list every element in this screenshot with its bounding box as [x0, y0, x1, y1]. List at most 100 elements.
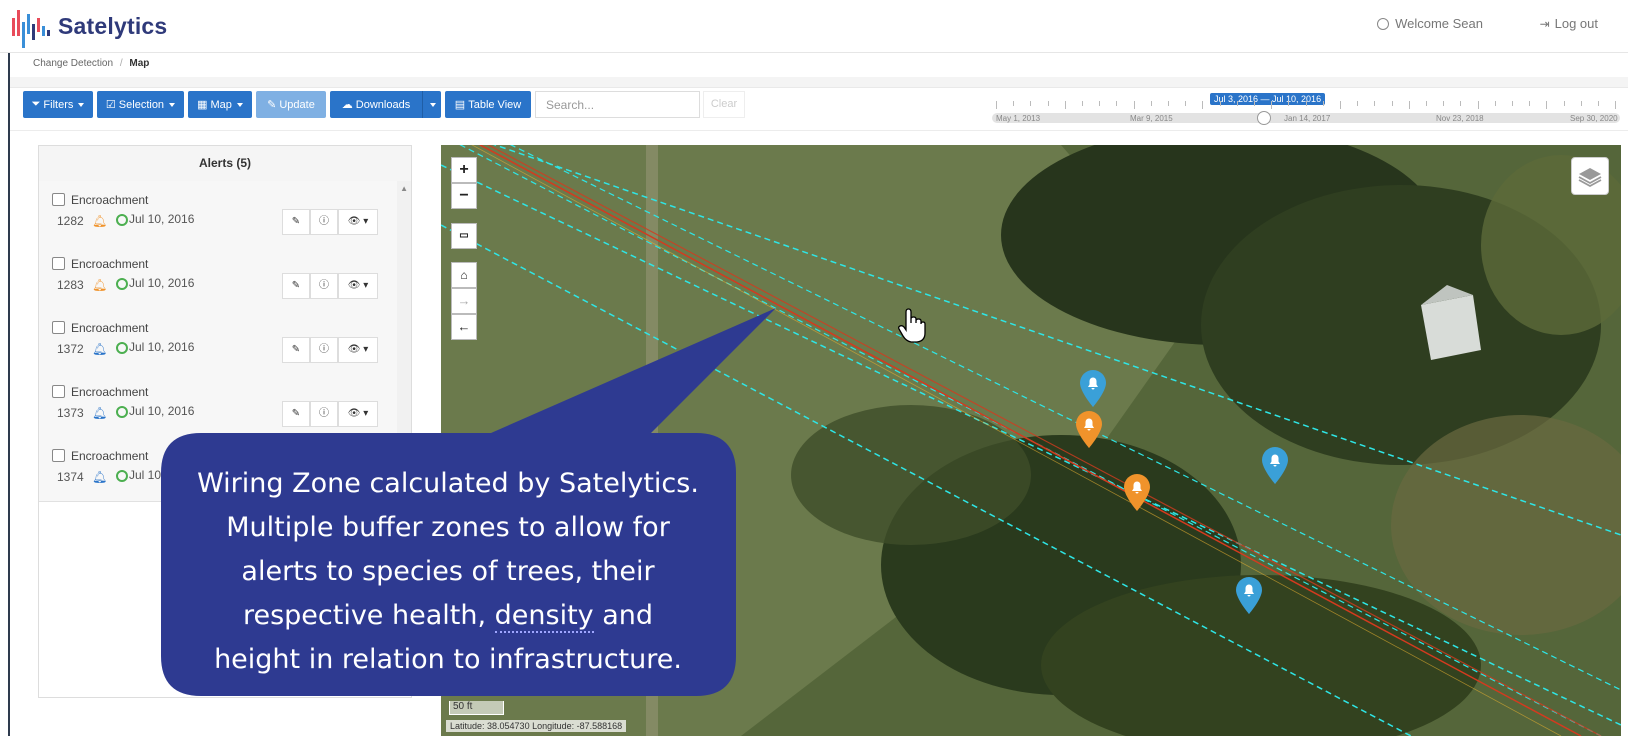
alert-row[interactable]: Encroachment 1373 🔔︎ Jul 10, 2016 ✎ ⓘ 👁︎ ▾ [39, 373, 397, 438]
brand-name[interactable]: Satelytics [58, 13, 167, 40]
callout-density-word: density [494, 600, 594, 633]
status-circle-icon [116, 278, 128, 290]
breadcrumb-separator: / [119, 58, 123, 69]
timeline-tick [1288, 101, 1290, 106]
timeline-tick [1494, 101, 1496, 106]
status-circle-icon [116, 406, 128, 418]
alert-checkbox[interactable] [52, 193, 65, 206]
update-button[interactable]: ✎ Update [256, 91, 326, 118]
downloads-button[interactable]: ☁ Downloads [330, 91, 422, 118]
edit-alert-button[interactable]: ✎ [282, 209, 310, 235]
alert-marker-blue[interactable] [1261, 447, 1289, 485]
alert-row[interactable]: Encroachment 1283 🔔︎ Jul 10, 2016 ✎ ⓘ 👁︎ ▾ [39, 245, 397, 310]
timeline-tick [1443, 101, 1445, 106]
timeline-tick [1340, 101, 1341, 109]
alert-marker-orange[interactable] [1075, 411, 1103, 449]
timeline-tick [1563, 101, 1565, 106]
view-alert-dropdown[interactable]: 👁︎ ▾ [338, 337, 378, 363]
alert-date: Jul 10, [129, 468, 165, 482]
timeline-slider[interactable]: Jul 3, 2016 — Jul 10, 2016 May 1, 2013 M… [992, 93, 1622, 128]
alert-type: Encroachment [71, 385, 149, 399]
alert-checkbox[interactable] [52, 321, 65, 334]
timeline-tick [996, 101, 997, 109]
timeline-tick [1133, 101, 1135, 109]
info-alert-button[interactable]: ⓘ [310, 209, 338, 235]
bell-icon: 🔔︎ [92, 214, 108, 228]
view-alert-dropdown[interactable]: 👁︎ ▾ [338, 209, 378, 235]
timeline-tick [1116, 101, 1118, 106]
alert-checkbox[interactable] [52, 257, 65, 270]
timeline-tick [1168, 101, 1169, 106]
satelytics-logo[interactable] [10, 4, 60, 50]
timeline-handle[interactable] [1257, 111, 1271, 125]
edit-alert-button[interactable]: ✎ [282, 401, 310, 427]
alert-marker-blue[interactable] [1235, 577, 1263, 615]
measure-ruler-icon[interactable]: ▭ [451, 223, 477, 249]
welcome-user[interactable]: Welcome Sean [1377, 16, 1483, 31]
callout-line-5: height in relation to infrastructure. [214, 644, 682, 675]
alert-checkbox[interactable] [52, 385, 65, 398]
logout-link[interactable]: ⇥ Log out [1540, 16, 1598, 31]
callout-line-4: respective health, density and [178, 594, 718, 638]
alert-id: 1282 [57, 214, 84, 228]
zoom-out-button[interactable]: − [451, 183, 477, 209]
callout-line-4-pre: respective health, [242, 600, 495, 631]
filters-button[interactable]: ⏷ Filters [23, 91, 93, 118]
chevron-down-icon [430, 102, 436, 107]
edit-alert-button[interactable]: ✎ [282, 273, 310, 299]
timeline-tick [1082, 101, 1083, 106]
alert-marker-orange[interactable] [1123, 474, 1151, 512]
hand-cursor-icon [898, 308, 926, 343]
timeline-tick [1254, 101, 1255, 106]
table-view-button[interactable]: ▤ Table View [445, 91, 531, 118]
clear-button[interactable]: Clear [703, 91, 745, 118]
edit-alert-button[interactable]: ✎ [282, 337, 310, 363]
timeline-tick [1236, 101, 1238, 106]
downloads-dropdown-toggle[interactable] [422, 91, 441, 118]
view-alert-dropdown[interactable]: 👁︎ ▾ [338, 273, 378, 299]
view-alert-dropdown[interactable]: 👁︎ ▾ [338, 401, 378, 427]
chevron-down-icon [236, 102, 243, 107]
selection-label: Selection [118, 98, 165, 111]
map-button[interactable]: ▦ Map [188, 91, 252, 118]
layers-icon [1578, 168, 1602, 188]
selection-button[interactable]: ☑ Selection [97, 91, 184, 118]
timeline-label-5: Sep 30, 2020 [1570, 114, 1618, 123]
home-icon[interactable]: ⌂ [451, 262, 477, 288]
info-alert-button[interactable]: ⓘ [310, 401, 338, 427]
scroll-up-icon[interactable]: ▲ [400, 184, 408, 193]
back-arrow-icon[interactable]: ← [451, 314, 477, 340]
logout-icon: ⇥ [1539, 16, 1550, 31]
alert-marker-blue[interactable] [1079, 370, 1107, 408]
layers-button[interactable] [1571, 157, 1609, 195]
info-alert-button[interactable]: ⓘ [310, 337, 338, 363]
timeline-label-1: May 1, 2013 [996, 114, 1041, 123]
breadcrumb-parent[interactable]: Change Detection [33, 58, 113, 69]
timeline-tick [1185, 101, 1187, 106]
check-square-icon: ☑ [105, 99, 116, 111]
timeline-label-2: Mar 9, 2015 [1130, 114, 1173, 123]
map-coordinates: Latitude: 38.054730 Longitude: -87.58816… [446, 720, 627, 732]
bell-icon: 🔔︎ [92, 278, 108, 292]
timeline-tick [1408, 101, 1410, 109]
table-view-label: Table View [468, 98, 522, 111]
alert-row[interactable]: Encroachment 1282 🔔︎ Jul 10, 2016 ✎ ⓘ 👁︎ ▾ [39, 181, 397, 246]
search-input[interactable]: Search... [535, 91, 700, 118]
timeline-tick [1391, 101, 1393, 106]
info-alert-button[interactable]: ⓘ [310, 273, 338, 299]
status-circle-icon [116, 214, 128, 226]
alert-checkbox[interactable] [52, 449, 65, 462]
callout-line-4-post: and [593, 600, 654, 631]
map-label: Map [210, 98, 232, 111]
alert-id: 1373 [57, 406, 84, 420]
zoom-in-button[interactable]: + [451, 157, 477, 183]
alert-row[interactable]: Encroachment 1372 🔔︎ Jul 10, 2016 ✎ ⓘ 👁︎ ▾ [39, 309, 397, 374]
timeline-tick [1219, 101, 1221, 106]
timeline-tick [1426, 101, 1427, 106]
alert-type: Encroachment [71, 449, 149, 463]
alert-id: 1374 [57, 470, 84, 484]
timeline-tick [1064, 101, 1066, 109]
map-icon: ▦ [197, 99, 208, 111]
forward-arrow-icon[interactable]: → [451, 288, 477, 314]
alert-date: Jul 10, 2016 [129, 340, 195, 354]
